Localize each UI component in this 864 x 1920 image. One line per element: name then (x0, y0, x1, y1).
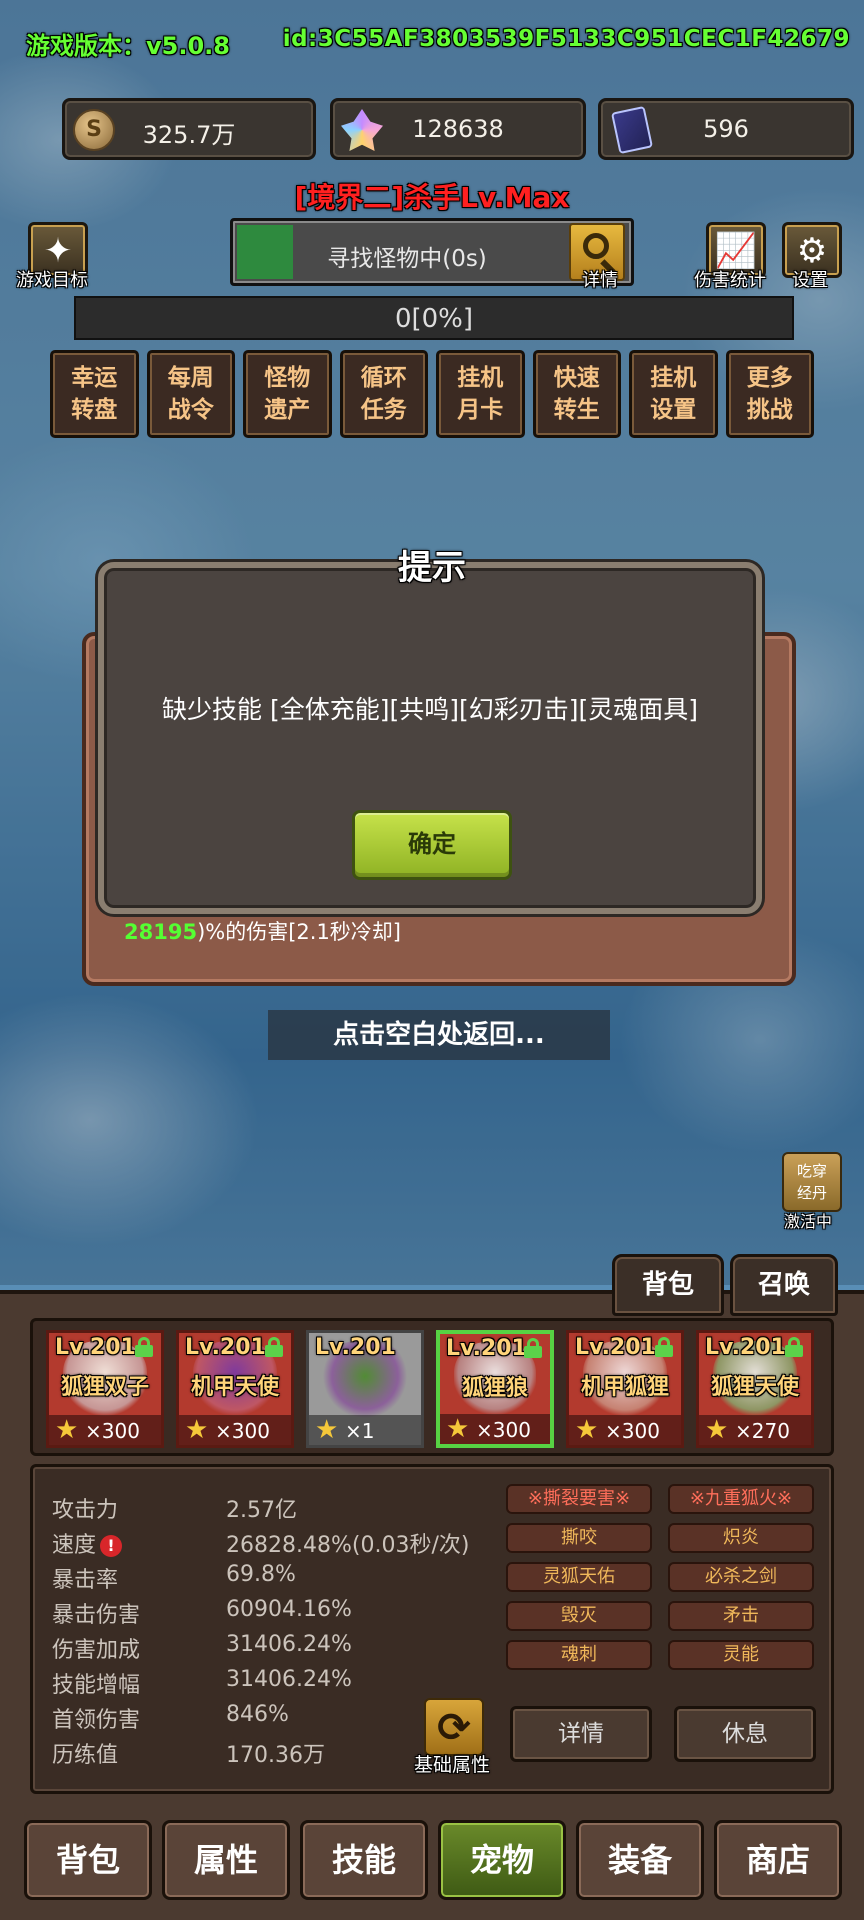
skill-tag[interactable]: 灵狐天佑 (506, 1562, 652, 1592)
gold-value: 325.7万 (142, 121, 236, 149)
star-icon: ★ (55, 1415, 79, 1445)
stat-label: 攻击力 (52, 1498, 119, 1523)
search-status: 寻找怪物中(0s) (327, 246, 487, 272)
sparkle-icon: ✦ (43, 231, 73, 271)
card-value: 596 (703, 115, 749, 143)
nav-attributes[interactable]: 属性 (162, 1820, 290, 1900)
skill-tag[interactable]: 炽炎 (668, 1523, 814, 1553)
confirm-button[interactable]: 确定 (352, 810, 512, 880)
pet-rest-button[interactable]: 休息 (674, 1706, 816, 1762)
lock-icon (265, 1337, 283, 1357)
base-attr-label: 基础属性 (413, 1754, 491, 1777)
skill-tag[interactable]: ※九重狐火※ (668, 1484, 814, 1514)
lock-icon (135, 1337, 153, 1357)
stat-value: 60904.16% (226, 1597, 352, 1622)
stat-label: 首领伤害 (52, 1708, 141, 1733)
stat-label: 伤害加成 (52, 1638, 141, 1663)
lock-icon (655, 1337, 673, 1357)
detail-label: 详情 (582, 270, 619, 292)
menu-lucky-wheel[interactable]: 幸运 转盘 (50, 350, 139, 438)
buff-badge[interactable]: 吃穿 经丹 (782, 1152, 842, 1212)
tab-bag[interactable]: 背包 (612, 1254, 724, 1316)
stat-value: 170.36万 (226, 1743, 325, 1768)
stat-label: 技能增幅 (52, 1673, 141, 1698)
stage-progress-text: 0[0%] (394, 304, 474, 334)
tap-to-return-hint[interactable]: 点击空白处返回... (268, 1010, 610, 1060)
lock-icon (524, 1338, 542, 1358)
nav-pets[interactable]: 宠物 (438, 1820, 566, 1900)
stat-label: 历练值 (52, 1743, 119, 1768)
skill-tag[interactable]: 撕咬 (506, 1523, 652, 1553)
skill-description: 28195)%的伤害[2.1秒冷却] (124, 920, 401, 944)
gear-icon: ⚙ (796, 231, 828, 271)
feature-menu: 幸运 转盘 每周 战令 怪物 遗产 循环 任务 挂机 月卡 快速 转生 挂机 设… (50, 350, 814, 438)
game-version: 游戏版本：v5.0.8 (26, 32, 231, 61)
stage-progress-bar: 0[0%] (74, 296, 794, 340)
pet-card-selected[interactable]: Lv.201 狐狸狼 ★ ×300 (436, 1330, 554, 1448)
stat-value: 26828.48%(0.03秒/次) (226, 1533, 470, 1558)
menu-monster-legacy[interactable]: 怪物 遗产 (243, 350, 332, 438)
menu-loop-tasks[interactable]: 循环 任务 (339, 350, 428, 438)
monster-search-bar: 寻找怪物中(0s) (230, 218, 634, 286)
nav-equipment[interactable]: 装备 (576, 1820, 704, 1900)
stat-value: 2.57亿 (226, 1498, 297, 1523)
star-icon: ★ (575, 1415, 599, 1445)
skill-tag[interactable]: 毁灭 (506, 1601, 652, 1631)
tab-summon[interactable]: 召唤 (730, 1254, 838, 1316)
card-resource: 596 (598, 98, 854, 160)
dialog-title: 提示 (398, 548, 467, 589)
skill-tag[interactable]: 矛击 (668, 1601, 814, 1631)
stat-value: 31406.24% (226, 1632, 352, 1657)
nav-shop[interactable]: 商店 (714, 1820, 842, 1900)
nav-bag[interactable]: 背包 (24, 1820, 152, 1900)
lock-icon (785, 1337, 803, 1357)
warning-icon[interactable]: ! (100, 1535, 123, 1557)
skill-tag[interactable]: 魂刺 (506, 1640, 652, 1670)
menu-quick-rebirth[interactable]: 快速 转生 (532, 350, 621, 438)
pet-card[interactable]: Lv.201 ★ ×1 (306, 1330, 424, 1448)
user-id: id:3C55AF3803539F5133C951CEC1F42679 (282, 26, 850, 53)
gold-resource: 325.7万 (62, 98, 316, 160)
chart-icon: 📈 (714, 231, 758, 271)
crystal-resource: 128638 (330, 98, 586, 160)
menu-idle-monthly-card[interactable]: 挂机 月卡 (436, 350, 525, 438)
crystal-value: 128638 (412, 115, 504, 143)
buff-status: 激活中 (783, 1212, 833, 1232)
star-icon: ★ (705, 1415, 729, 1445)
stat-label: 暴击率 (52, 1568, 119, 1593)
stat-value: 846% (226, 1702, 289, 1727)
pet-detail-button[interactable]: 详情 (510, 1706, 652, 1762)
menu-more-challenges[interactable]: 更多 挑战 (725, 350, 814, 438)
refresh-icon: ⟳ (437, 1705, 471, 1751)
menu-weekly-pass[interactable]: 每周 战令 (146, 350, 235, 438)
damage-stats-label: 伤害统计 (694, 270, 767, 292)
pet-card[interactable]: Lv.201 狐狸天使 ★ ×270 (696, 1330, 814, 1448)
stat-label: 速度! (52, 1527, 123, 1559)
pet-card[interactable]: Lv.201 狐狸双子 ★ ×300 (46, 1330, 164, 1448)
base-attr-button[interactable]: ⟳ (424, 1698, 484, 1756)
stat-value: 69.8% (226, 1562, 296, 1587)
stat-label: 暴击伤害 (52, 1603, 141, 1628)
stat-value: 31406.24% (226, 1667, 352, 1692)
star-icon: ★ (315, 1415, 339, 1445)
skill-tag[interactable]: 必杀之剑 (668, 1562, 814, 1592)
star-icon: ★ (185, 1415, 209, 1445)
skill-tag[interactable]: 灵能 (668, 1640, 814, 1670)
star-icon: ★ (446, 1414, 470, 1444)
pet-card[interactable]: Lv.201 机甲狐狸 ★ ×300 (566, 1330, 684, 1448)
dialog-message: 缺少技能 [全体充能][共鸣][幻彩刃击][灵魂面具] (162, 695, 698, 724)
pet-card[interactable]: Lv.201 机甲天使 ★ ×300 (176, 1330, 294, 1448)
settings-label: 设置 (792, 270, 829, 292)
menu-idle-settings[interactable]: 挂机 设置 (629, 350, 718, 438)
skill-tag[interactable]: ※撕裂要害※ (506, 1484, 652, 1514)
nav-skills[interactable]: 技能 (300, 1820, 428, 1900)
game-goal-label: 游戏目标 (16, 270, 89, 292)
realm-title: [境界二]杀手Lv.Max (294, 181, 570, 215)
